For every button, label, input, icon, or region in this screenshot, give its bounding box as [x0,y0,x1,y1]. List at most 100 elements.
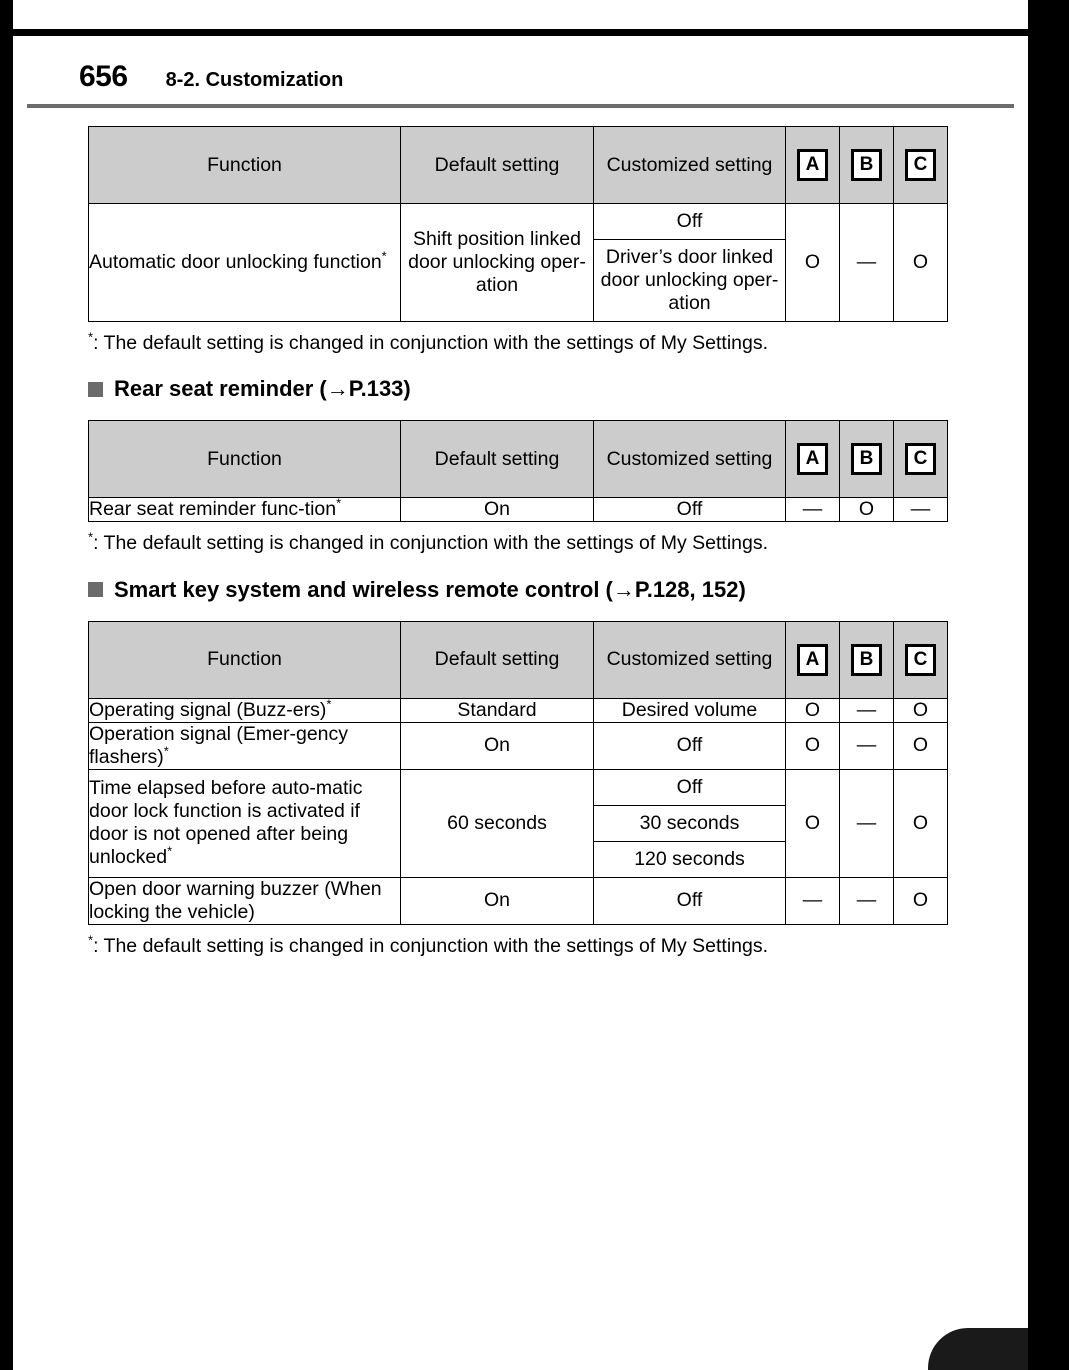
cell-customized-setting: Off 30 seconds 120 seconds [593,768,786,878]
function-label: Rear seat reminder func-tion [89,498,337,521]
header-column-c: C [893,126,948,204]
cell-default-setting: Standard [400,697,594,723]
cell-mark-c: O [893,203,948,322]
section-heading-label: Smart key system and wireless remote con… [114,576,746,602]
header-customized-setting: Customized setting [593,126,786,204]
badge-b: B [850,149,883,181]
table-automatic-door-unlocking: Function Default setting Customized sett… [88,126,948,322]
header-rule [27,104,1014,108]
function-label: Operating signal (Buzz-ers) [89,698,327,721]
header-default-setting: Default setting [400,126,594,204]
cell-mark-c: O [893,697,948,723]
cell-mark-b: O [839,497,894,523]
customized-option: 30 seconds [594,805,785,842]
badge-c: C [904,443,937,476]
table-row: Open door warning buzzer (When locking t… [88,876,948,925]
cell-mark-b: — [839,876,894,925]
footnote: *: The default setting is changed in con… [88,331,965,356]
list-item: Off [594,204,785,240]
header-customized-setting: Customized setting [593,620,786,699]
cell-customized-setting: Off [593,721,786,770]
cell-mark-c: — [893,497,948,523]
function-label: Time elapsed before auto-matic door lock… [89,777,363,869]
cell-function: Operating signal (Buzz-ers)* [88,696,401,723]
cell-mark-b: — [839,203,894,322]
asterisk-marker: * [167,843,173,859]
scan-edge-right [1028,0,1069,1370]
table-header-row: Function Default setting Customized sett… [88,126,948,204]
cell-function: Time elapsed before auto-matic door lock… [88,768,401,878]
cell-mark-a: O [785,697,840,723]
content-body: Function Default setting Customized sett… [13,126,968,959]
header-column-a: A [785,620,840,699]
page-header: 656 8-2. Customization [13,36,1028,94]
cell-mark-c: O [893,768,948,878]
table-row: Operation signal (Emer-gency flashers)* … [88,721,948,770]
scan-edge-left [0,0,13,1370]
customized-option: 120 seconds [634,847,745,870]
cell-customized-setting: Desired volume [593,697,786,723]
list-item: Off [594,769,785,806]
header-column-b: B [839,420,894,499]
badge-a: A [796,643,829,676]
footnote: *: The default setting is changed in con… [88,933,965,959]
cell-default-setting: On [400,876,594,925]
asterisk-marker: * [381,248,387,264]
square-bullet-icon [88,381,103,397]
page-section-title: 8-2. Customization [165,69,344,91]
cell-function: Automatic door unlocking function* [88,203,401,322]
cell-mark-b: — [839,768,894,878]
table-row: Rear seat reminder func-tion* On Off — O… [88,497,948,523]
page-content: 656 8-2. Customization Function Default … [13,36,1028,1370]
cell-mark-b: — [839,697,894,723]
table-smart-key-system: Function Default setting Customized sett… [88,620,948,925]
table-rear-seat-reminder: Function Default setting Customized sett… [88,420,948,523]
footnote-text: : The default setting is changed in conj… [93,532,769,555]
header-function: Function [88,126,401,204]
square-bullet-icon [88,582,103,598]
cell-default-setting: Shift position linked door unlocking ope… [400,203,594,322]
header-default-setting: Default setting [400,620,594,699]
function-label: Operation signal (Emer-gency flashers) [89,722,349,768]
asterisk-marker: * [326,696,332,712]
customized-options-list: Off Driver’s door linked door unlocking … [594,204,785,321]
cell-function: Rear seat reminder func-tion* [88,497,401,523]
badge-c: C [904,149,937,181]
header-column-b: B [839,126,894,204]
list-item: 120 seconds [594,841,785,877]
section-heading-label: Rear seat reminder (→P.133) [114,376,411,402]
footnote-text: : The default setting is changed in conj… [93,934,769,957]
cell-customized-setting: Off [593,876,786,925]
cell-mark-a: — [785,876,840,925]
customized-option: Off [594,769,785,806]
badge-a: A [796,149,829,181]
table-row: Time elapsed before auto-matic door lock… [88,768,948,878]
cell-mark-a: O [785,721,840,770]
header-function: Function [88,420,401,499]
table-header-row: Function Default setting Customized sett… [88,620,948,699]
customized-option: Off [594,204,785,240]
cell-mark-a: — [785,497,840,523]
list-item: 30 seconds [594,805,785,842]
badge-b: B [850,643,883,676]
cell-default-setting: 60 seconds [400,768,594,878]
cell-customized-setting: Off Driver’s door linked door unlocking … [593,203,786,322]
cell-mark-b: — [839,721,894,770]
header-column-b: B [839,620,894,699]
badge-c: C [904,643,937,676]
header-column-c: C [893,620,948,699]
section-heading-rear-seat-reminder: Rear seat reminder (→P.133) [88,376,968,402]
scan-edge-top-bar [13,29,1028,36]
header-function: Function [88,620,401,699]
footnote: *: The default setting is changed in con… [88,531,965,556]
list-item: Driver’s door linked door unlocking oper… [594,240,785,322]
cell-mark-c: O [893,876,948,925]
page-number: 656 [79,60,128,93]
table-row: Operating signal (Buzz-ers)* Standard De… [88,696,948,723]
customized-options-list: Off 30 seconds 120 seconds [594,769,785,877]
header-column-a: A [785,126,840,204]
cell-mark-c: O [893,721,948,770]
header-default-setting: Default setting [400,420,594,499]
header-customized-setting: Customized setting [593,420,786,499]
cell-mark-a: O [785,768,840,878]
